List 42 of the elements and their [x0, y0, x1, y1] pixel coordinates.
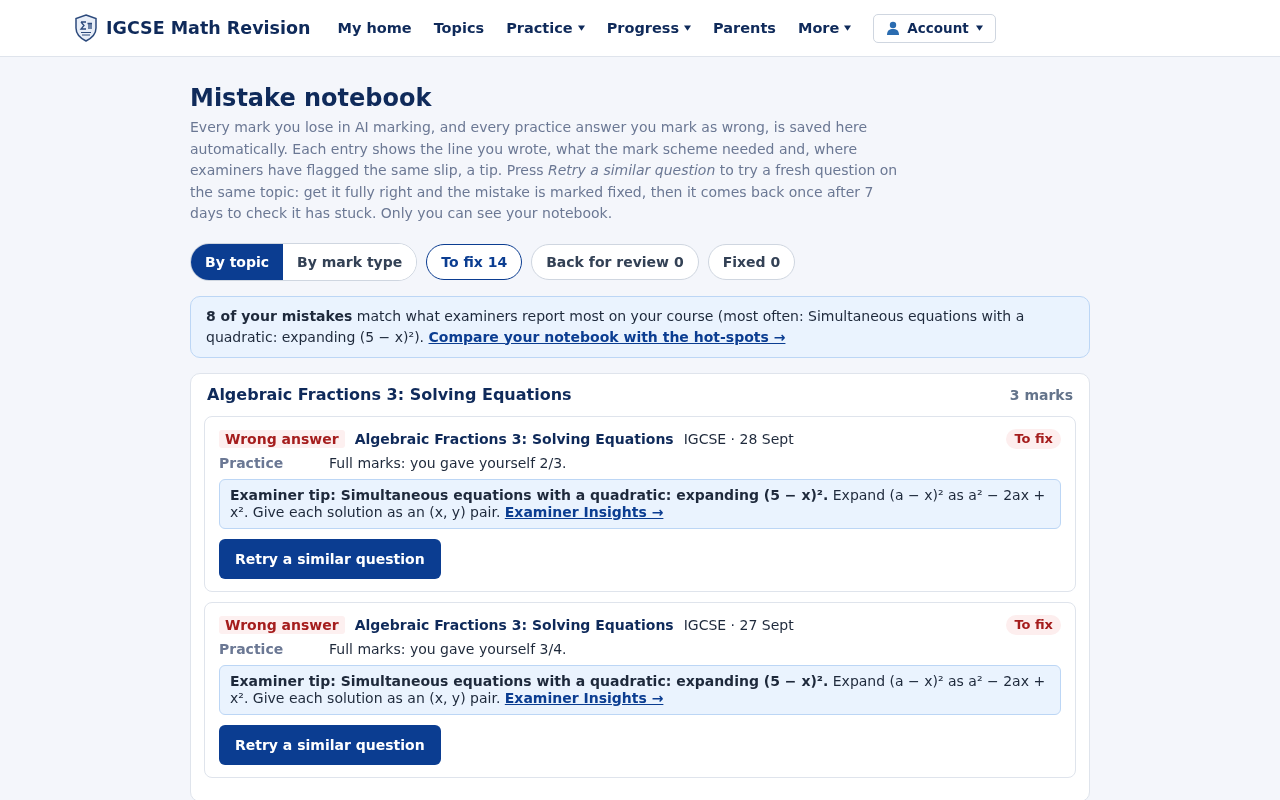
view-tab[interactable]: By topic — [191, 243, 284, 280]
retry-button[interactable]: Retry a similar question — [219, 724, 441, 765]
nav-link[interactable]: Progress — [606, 20, 692, 36]
entry-detail: Full marks: you gave yourself 3/4. — [329, 640, 567, 657]
nav-link[interactable]: My home — [337, 20, 412, 36]
nav-link[interactable]: More — [797, 20, 852, 36]
entry-meta: IGCSE · 27 Sept — [683, 616, 794, 633]
caret-icon — [684, 25, 692, 31]
page-description: Every mark you lose in AI marking, and every practice answer you mark as wrong, is saved here automatically. Each entry shows the line you wrote, what the mark scheme needed and, where examiners have flagged the same slip, a tip. Press Retry a similar question to try a fresh question on the same topic: get it fully right and the mistake is marked fixed, then it comes back once after 7 days to check it has stuck. Only you can see your notebook. — [190, 118, 899, 223]
examiner-insights-link[interactable]: Examiner Insights → — [504, 503, 664, 520]
entry-detail: Full marks: you gave yourself 2/3. — [329, 454, 567, 471]
filter-tab[interactable]: Back for review 0 — [531, 243, 699, 280]
mistake-type-label: Wrong answer — [219, 429, 345, 448]
filter-tab[interactable]: Fixed 0 — [707, 243, 796, 280]
hotspot-link[interactable]: Compare your notebook with the hot-spots → — [428, 328, 786, 345]
caret-icon — [844, 25, 852, 31]
examiner-tip: Examiner tip: Simultaneous equations with a quadratic: expanding (5 − x)². Expand (a − x)² as a² − 2ax + x². Give each solution as an (x, y) pair. Examiner Insights → — [230, 672, 1047, 707]
mistake-type-label: Wrong answer — [219, 615, 345, 634]
caret-icon — [975, 25, 983, 31]
shield-logo-icon[interactable] — [74, 14, 98, 42]
entry-topic: Algebraic Fractions 3: Solving Equations — [354, 430, 674, 447]
retry-button[interactable]: Retry a similar question — [219, 538, 441, 579]
entry-topic: Algebraic Fractions 3: Solving Equations — [354, 616, 674, 633]
entry-meta: IGCSE · 28 Sept — [683, 430, 794, 447]
examiner-tip: Examiner tip: Simultaneous equations with a quadratic: expanding (5 − x)². Expand (a − x)² as a² − 2ax + x². Give each solution as an (x, y) pair. Examiner Insights → — [230, 486, 1047, 521]
nav-link[interactable]: Parents — [713, 20, 776, 36]
entry-source: Practice — [219, 454, 285, 471]
filter-tab[interactable]: To fix 14 — [426, 243, 523, 280]
caret-icon — [577, 25, 585, 31]
nav-link[interactable]: Topics — [433, 20, 485, 36]
mark-count: 3 marks — [1009, 386, 1073, 403]
nav-link[interactable]: Practice — [506, 20, 585, 36]
page-title: Mistake notebook — [190, 83, 433, 113]
status-badge: To fix — [1006, 614, 1061, 635]
account-button[interactable]: Account — [873, 13, 996, 43]
person-icon — [886, 21, 901, 35]
brand-name-link[interactable]: IGCSE Math Revision — [106, 18, 311, 38]
hotspot-summary: 8 of your mistakes match what examiners report most on your course (most often: Simultaneous equations with a quadratic: expanding (5 − x)²). Compare your notebook with the hot-spots → — [206, 306, 1026, 347]
status-badge: To fix — [1006, 428, 1061, 449]
examiner-insights-link[interactable]: Examiner Insights → — [504, 689, 664, 706]
topic-title: Algebraic Fractions 3: Solving Equations — [207, 385, 572, 404]
entry-source: Practice — [219, 640, 285, 657]
